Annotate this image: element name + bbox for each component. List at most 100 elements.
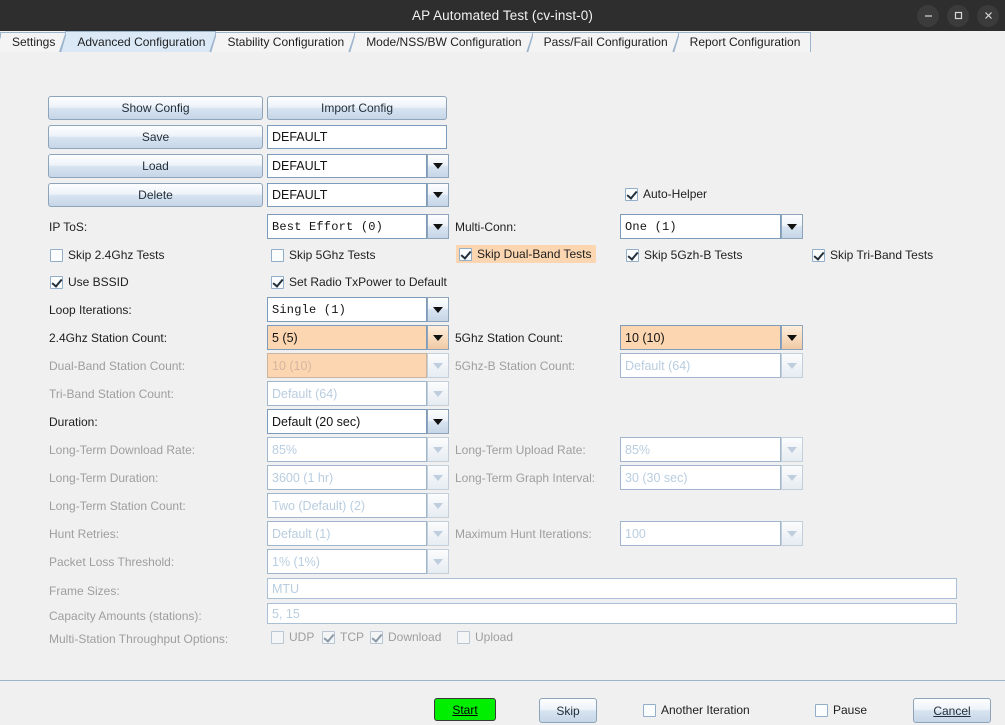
checkbox-label: Another Iteration [661, 703, 750, 717]
button-label: Show Config [121, 101, 190, 115]
chevron-down-icon [427, 465, 449, 490]
chevron-down-icon [427, 493, 449, 518]
tab-label: Advanced Configuration [77, 35, 206, 49]
tab-report-configuration[interactable]: Report Configuration [671, 32, 812, 53]
chevron-down-icon [427, 353, 449, 378]
import-config-button[interactable]: Import Config [267, 96, 447, 120]
load-button[interactable]: Load [48, 154, 263, 178]
skip-dual-band-tests-checkbox[interactable]: Skip Dual-Band Tests [456, 245, 596, 263]
skip-24ghz-tests-checkbox[interactable]: Skip 2.4Ghz Tests [50, 248, 165, 262]
station-count-dual-band-label: Dual-Band Station Count: [49, 359, 186, 373]
packet-loss-threshold-value: 1% (1%) [267, 549, 427, 574]
checkbox-icon [457, 630, 470, 644]
maximum-hunt-iterations-label: Maximum Hunt Iterations: [455, 527, 592, 541]
duration-label: Duration: [49, 415, 98, 429]
chevron-down-icon[interactable] [427, 409, 449, 434]
maximize-button[interactable] [947, 4, 969, 27]
tab-advanced-configuration[interactable]: Advanced Configuration [59, 31, 217, 53]
multi-station-option-upload-checkbox: Upload [457, 630, 513, 644]
station-count-5ghz-b-dropdown: Default (64) [620, 353, 803, 378]
checkbox-label: UDP [289, 630, 315, 644]
use-bssid-checkbox[interactable]: Use BSSID [50, 275, 129, 289]
multi-station-option-tcp-checkbox: TCP [322, 630, 364, 644]
tab-mode-nss-bw-configuration[interactable]: Mode/NSS/BW Configuration [348, 32, 533, 53]
set-radio-txpower-checkbox[interactable]: Set Radio TxPower to Default [271, 275, 447, 289]
save-config-name-input[interactable]: DEFAULT [267, 125, 447, 149]
checkbox-icon [370, 630, 383, 644]
show-config-button[interactable]: Show Config [48, 96, 263, 120]
chevron-down-icon[interactable] [427, 214, 449, 239]
station-count-24ghz-dropdown[interactable]: 5 (5) [267, 325, 449, 350]
multi-conn-dropdown[interactable]: One (1) [620, 214, 803, 239]
multi-station-option-download-checkbox: Download [370, 630, 441, 644]
multi-conn-label: Multi-Conn: [455, 220, 517, 234]
checkbox-icon [625, 187, 638, 201]
window-controls [917, 0, 999, 31]
loop-iterations-label: Loop Iterations: [49, 303, 132, 317]
start-button[interactable]: Start [434, 698, 496, 721]
chevron-down-icon [781, 353, 803, 378]
auto-helper-checkbox[interactable]: Auto-Helper [625, 187, 707, 201]
button-label: Start [452, 702, 478, 717]
capacity-amounts-input: 5, 15 [267, 603, 957, 624]
station-count-tri-band-label: Tri-Band Station Count: [49, 387, 174, 401]
chevron-down-icon[interactable] [781, 325, 803, 350]
tab-settings[interactable]: Settings [0, 32, 67, 53]
delete-config-dropdown[interactable]: DEFAULT [267, 183, 449, 207]
skip-button[interactable]: Skip [539, 698, 597, 723]
long-term-download-rate-label: Long-Term Download Rate: [49, 443, 196, 457]
button-label: Import Config [320, 101, 394, 115]
skip-5gzh-b-tests-checkbox[interactable]: Skip 5Gzh-B Tests [626, 248, 742, 262]
chevron-down-icon [427, 437, 449, 462]
checkbox-label: Skip Dual-Band Tests [477, 247, 592, 261]
button-label: Delete [138, 188, 173, 202]
chevron-down-icon[interactable] [427, 154, 449, 178]
minimize-button[interactable] [917, 4, 939, 27]
chevron-down-icon[interactable] [427, 183, 449, 207]
tab-bar: Settings Advanced Configuration Stabilit… [0, 31, 1005, 53]
loop-iterations-value: Single (1) [267, 297, 427, 322]
save-button[interactable]: Save [48, 125, 263, 149]
long-term-duration-dropdown: 3600 (1 hr) [267, 465, 449, 490]
station-count-5ghz-value: 10 (10) [620, 325, 781, 350]
chevron-down-icon [781, 521, 803, 546]
chevron-down-icon [427, 521, 449, 546]
checkbox-icon [459, 247, 472, 261]
hunt-retries-dropdown: Default (1) [267, 521, 449, 546]
button-label: Skip [556, 703, 580, 718]
chevron-down-icon[interactable] [781, 214, 803, 239]
checkbox-label: Skip 5Ghz Tests [289, 248, 376, 262]
close-button[interactable] [977, 4, 999, 27]
checkbox-icon [815, 703, 828, 717]
tab-label: Pass/Fail Configuration [543, 35, 668, 49]
long-term-download-rate-value: 85% [267, 437, 427, 462]
delete-button[interactable]: Delete [48, 183, 263, 207]
duration-dropdown[interactable]: Default (20 sec) [267, 409, 449, 434]
loop-iterations-dropdown[interactable]: Single (1) [267, 297, 449, 322]
tab-pass-fail-configuration[interactable]: Pass/Fail Configuration [525, 32, 679, 53]
packet-loss-threshold-dropdown: 1% (1%) [267, 549, 449, 574]
chevron-down-icon [427, 381, 449, 406]
cancel-button[interactable]: Cancel [913, 698, 991, 723]
checkbox-icon [626, 248, 639, 262]
chevron-down-icon[interactable] [427, 325, 449, 350]
skip-5ghz-tests-checkbox[interactable]: Skip 5Ghz Tests [271, 248, 375, 262]
load-config-dropdown[interactable]: DEFAULT [267, 154, 449, 178]
capacity-amounts-label: Capacity Amounts (stations): [49, 609, 202, 623]
chevron-down-icon[interactable] [427, 297, 449, 322]
tab-stability-configuration[interactable]: Stability Configuration [209, 32, 356, 53]
another-iteration-checkbox[interactable]: Another Iteration [643, 703, 750, 717]
station-count-dual-band-value: 10 (10) [267, 353, 427, 378]
ip-tos-dropdown[interactable]: Best Effort (0) [267, 214, 449, 239]
skip-tri-band-tests-checkbox[interactable]: Skip Tri-Band Tests [812, 248, 933, 262]
station-count-5ghz-dropdown[interactable]: 10 (10) [620, 325, 803, 350]
station-count-24ghz-label: 2.4Ghz Station Count: [49, 331, 168, 345]
checkbox-label: Download [388, 630, 442, 644]
duration-value: Default (20 sec) [267, 409, 427, 434]
frame-sizes-input: MTU [267, 578, 957, 599]
long-term-station-count-label: Long-Term Station Count: [49, 499, 186, 513]
pause-checkbox[interactable]: Pause [815, 703, 867, 717]
station-count-24ghz-value: 5 (5) [267, 325, 427, 350]
multi-conn-value: One (1) [620, 214, 781, 239]
long-term-upload-rate-value: 85% [620, 437, 781, 462]
